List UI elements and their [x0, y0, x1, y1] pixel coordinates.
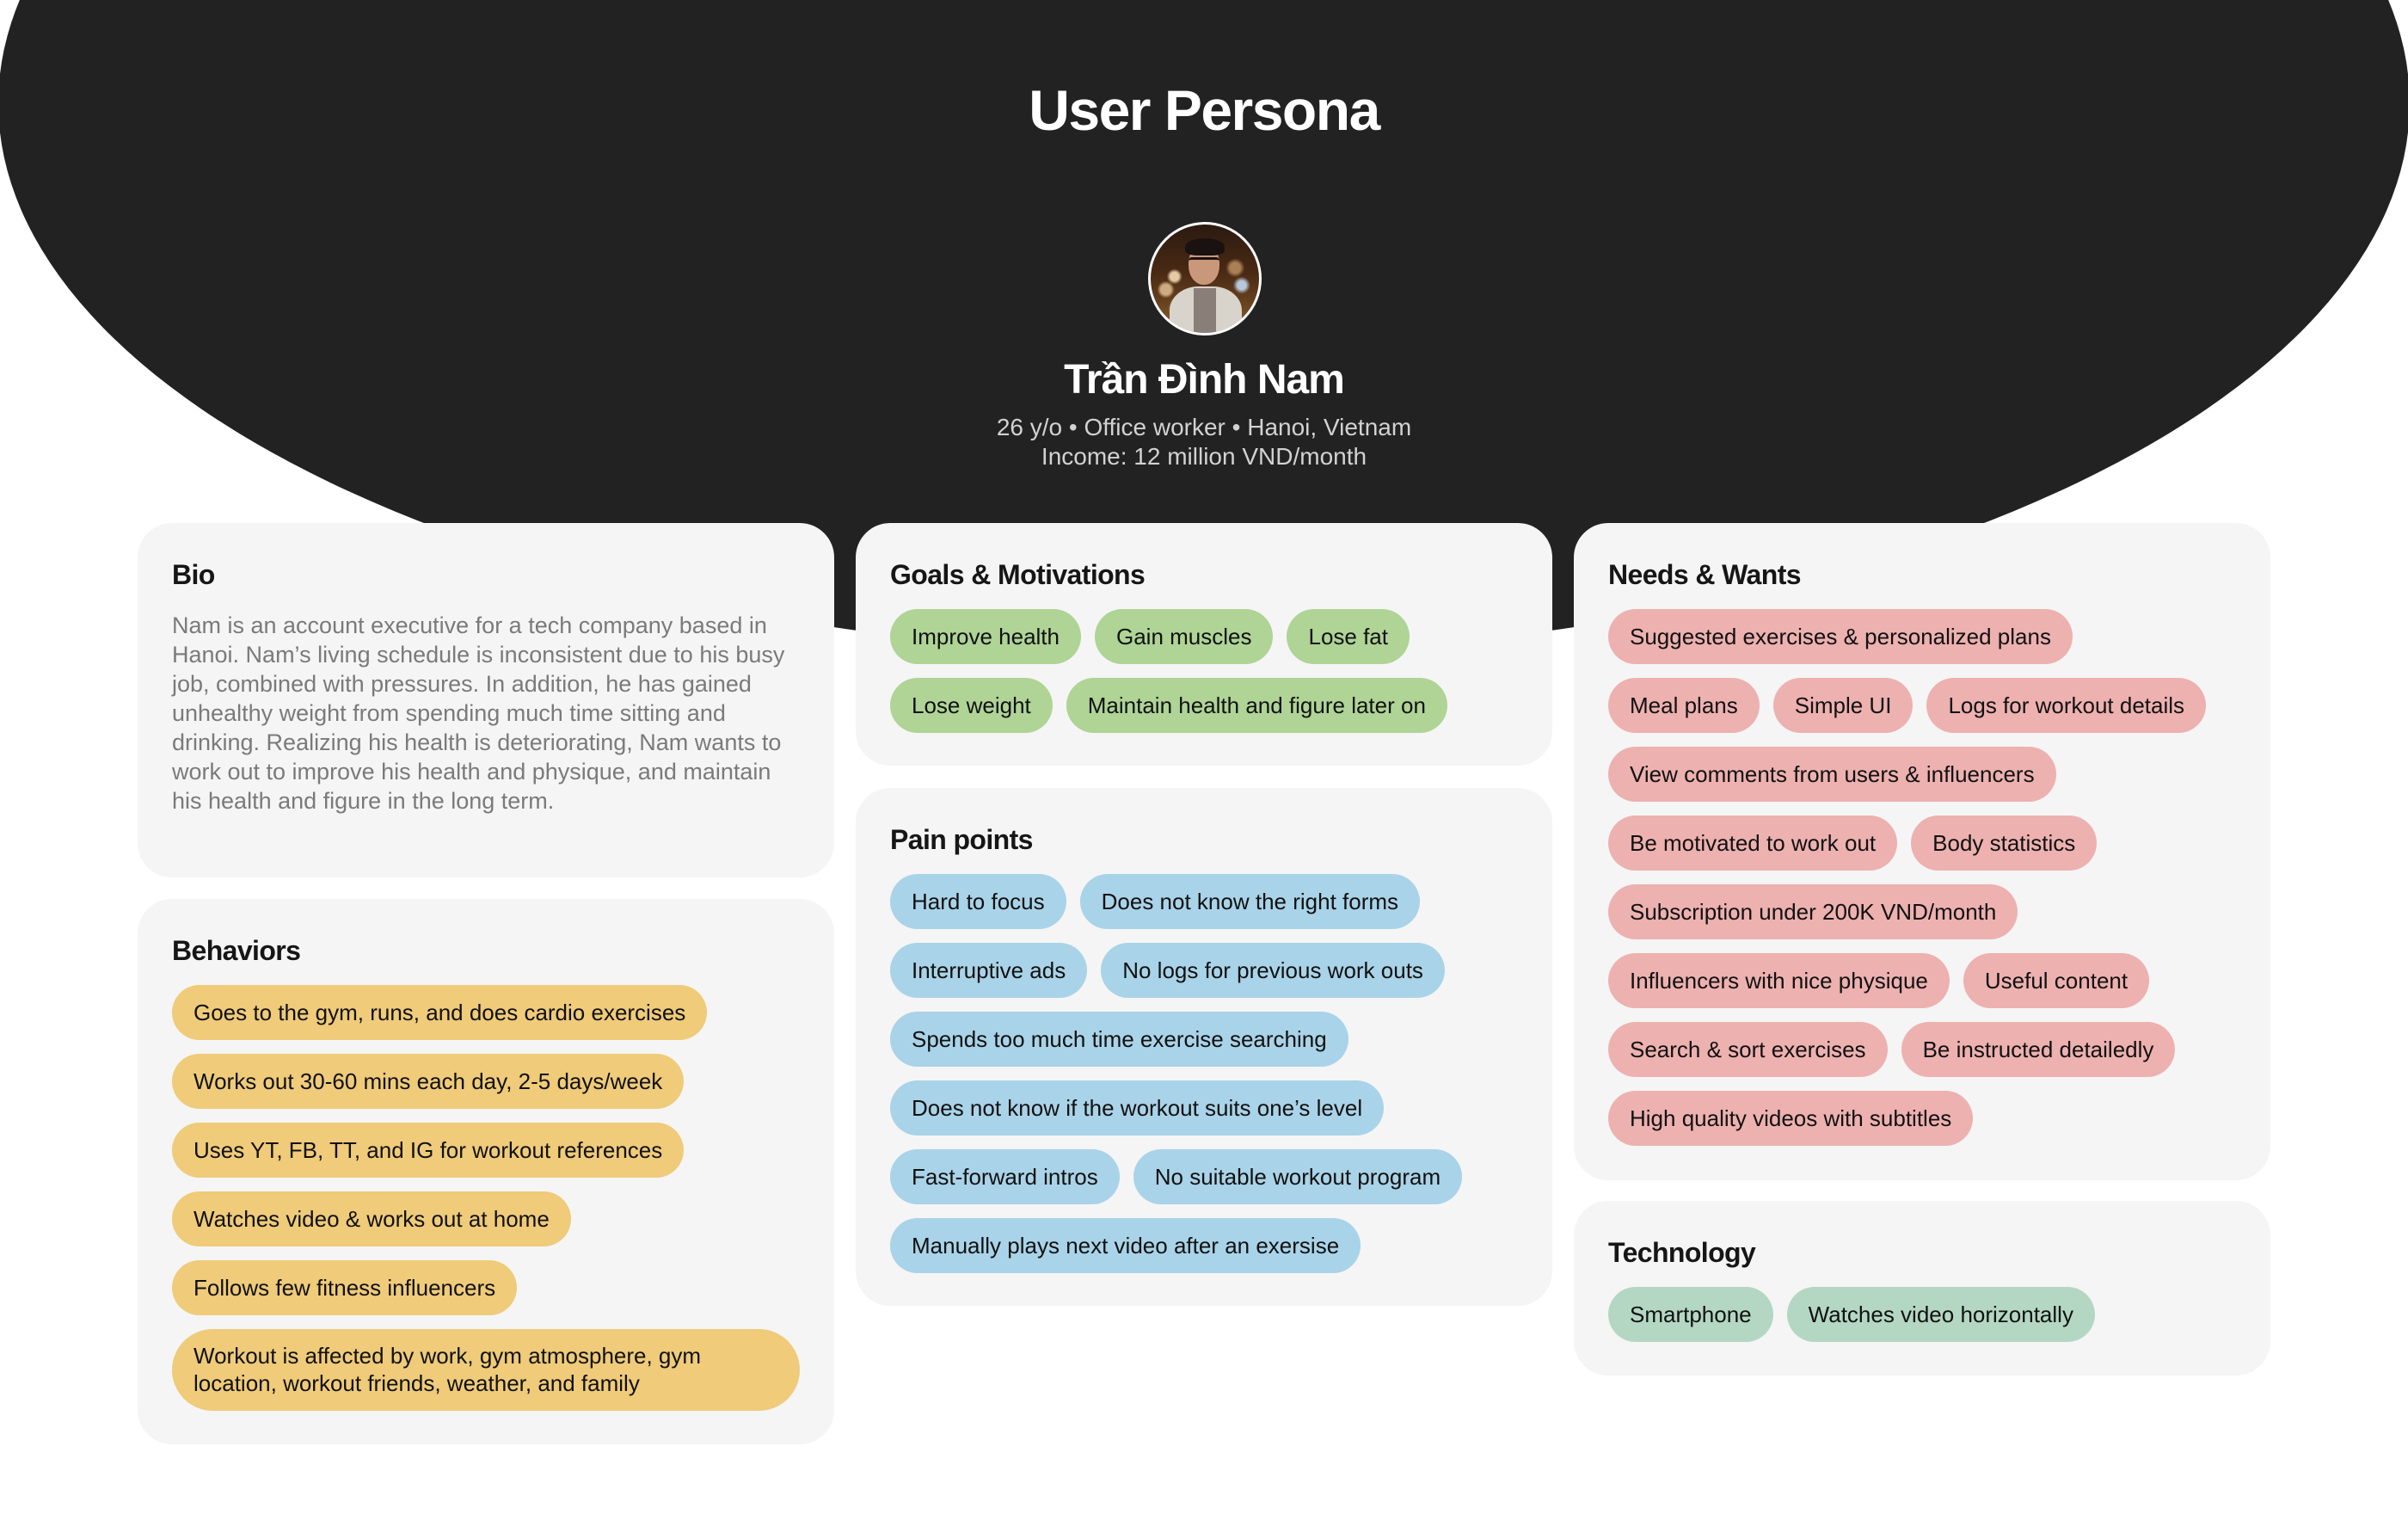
- avatar: [1148, 222, 1262, 335]
- pain-points-tag: No logs for previous work outs: [1101, 943, 1445, 998]
- needs-tag: Suggested exercises & personalized plans: [1608, 609, 2073, 664]
- needs-tag: Subscription under 200K VND/month: [1608, 884, 2018, 939]
- behaviors-tag: Uses YT, FB, TT, and IG for workout refe…: [172, 1123, 685, 1178]
- needs-card: Needs & Wants Suggested exercises & pers…: [1574, 523, 2270, 1180]
- pain-points-tag: No suitable workout program: [1133, 1149, 1463, 1204]
- goals-list: Improve health Gain muscles Lose fat Lose w…: [890, 609, 1518, 733]
- goals-card: Goals & Motivations Improve health Gain m…: [856, 523, 1552, 766]
- needs-tag: High quality videos with subtitles: [1608, 1091, 1974, 1146]
- technology-tag: Watches video horizontally: [1786, 1287, 2095, 1342]
- behaviors-tag: Workout is affected by work, gym atmosph…: [172, 1329, 800, 1411]
- pain-points-list: Hard to focus Does not know the right for…: [890, 874, 1518, 1273]
- bio-heading: Bio: [172, 559, 215, 590]
- behaviors-list: Goes to the gym, runs, and does cardio e…: [172, 985, 800, 1411]
- persona-income: Income: 12 million VND/month: [1041, 443, 1367, 470]
- avatar-shirt-shape: [1194, 288, 1216, 333]
- page-title: User Persona: [1029, 78, 1380, 142]
- pain-points-tag: Manually plays next video after an exers…: [890, 1218, 1361, 1273]
- needs-list: Suggested exercises & personalized plans…: [1608, 609, 2236, 1146]
- goals-tag: Maintain health and figure later on: [1066, 678, 1447, 733]
- pain-points-tag: Spends too much time exercise searching: [890, 1012, 1348, 1067]
- needs-tag: Search & sort exercises: [1608, 1022, 1888, 1077]
- pain-points-tag: Interruptive ads: [890, 943, 1088, 998]
- needs-tag: Logs for workout details: [1926, 678, 2207, 733]
- needs-heading: Needs & Wants: [1608, 559, 1802, 590]
- bio-card: Bio Nam is an account executive for a te…: [138, 523, 834, 877]
- pain-points-heading: Pain points: [890, 824, 1033, 855]
- needs-tag: Influencers with nice physique: [1608, 953, 1950, 1008]
- needs-tag: Body statistics: [1911, 815, 2098, 871]
- goals-tag: Gain muscles: [1094, 609, 1274, 664]
- technology-heading: Technology: [1608, 1237, 1756, 1268]
- goals-heading: Goals & Motivations: [890, 559, 1146, 590]
- goals-tag: Lose weight: [890, 678, 1053, 733]
- needs-tag: Simple UI: [1772, 678, 1914, 733]
- avatar-hair-shape: [1185, 238, 1225, 255]
- avatar-glasses-shape: [1189, 257, 1219, 268]
- bio-text: Nam is an account executive for a tech c…: [172, 612, 785, 814]
- behaviors-tag: Goes to the gym, runs, and does cardio e…: [172, 985, 708, 1040]
- pain-points-tag: Does not know the right forms: [1079, 874, 1421, 929]
- persona-name: Trần Đình Nam: [1064, 357, 1345, 403]
- behaviors-card: Behaviors Goes to the gym, runs, and doe…: [138, 899, 834, 1444]
- pain-points-tag: Hard to focus: [890, 874, 1066, 929]
- technology-card: Technology Smartphone Watches video horiz…: [1574, 1201, 2270, 1376]
- pain-points-tag: Fast-forward intros: [890, 1149, 1120, 1204]
- persona-demographics: 26 y/o • Office worker • Hanoi, Vietnam: [996, 414, 1412, 440]
- behaviors-tag: Watches video & works out at home: [172, 1191, 571, 1246]
- needs-tag: Be instructed detailedly: [1901, 1022, 2176, 1077]
- needs-tag: Be motivated to work out: [1608, 815, 1898, 871]
- pain-points-tag: Does not know if the workout suits one’s…: [890, 1080, 1385, 1136]
- needs-tag: Useful content: [1963, 953, 2150, 1008]
- behaviors-tag: Follows few fitness influencers: [172, 1260, 518, 1315]
- goals-tag: Lose fat: [1287, 609, 1410, 664]
- needs-tag: View comments from users & influencers: [1608, 747, 2056, 802]
- technology-list: Smartphone Watches video horizontally: [1608, 1287, 2236, 1342]
- pain-points-card: Pain points Hard to focus Does not know t…: [856, 788, 1552, 1306]
- goals-tag: Improve health: [890, 609, 1081, 664]
- technology-tag: Smartphone: [1608, 1287, 1773, 1342]
- behaviors-heading: Behaviors: [172, 935, 301, 966]
- needs-tag: Meal plans: [1608, 678, 1760, 733]
- behaviors-tag: Works out 30-60 mins each day, 2-5 days/…: [172, 1054, 685, 1109]
